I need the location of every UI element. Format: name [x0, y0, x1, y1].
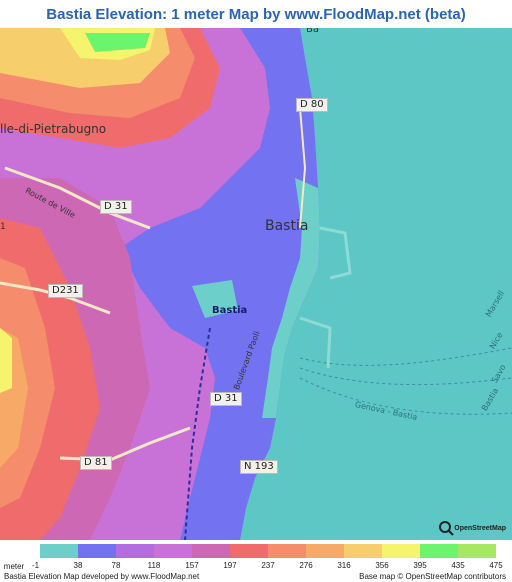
road-label-d31-north: D 31	[100, 200, 132, 214]
district-label: lle-di-Pietrabugno	[0, 122, 107, 136]
footer: Bastia Elevation Map developed by www.Fl…	[0, 571, 512, 582]
legend-swatch	[230, 544, 268, 558]
legend-tick-label: 157	[185, 561, 199, 570]
elevation-legend	[0, 542, 512, 560]
legend-tick-label: -1	[32, 561, 40, 570]
legend-tick-label: 276	[299, 561, 313, 570]
legend-swatch	[116, 544, 154, 558]
legend-swatch	[40, 544, 78, 558]
legend-tick-label: 316	[337, 561, 351, 570]
top-edge-label: Ba	[306, 28, 319, 35]
legend-tick-label: 475	[489, 561, 503, 570]
legend-swatch	[420, 544, 458, 558]
road-label-d80: D 80	[296, 98, 328, 112]
poi-label: Bastia	[212, 305, 248, 316]
osm-badge-text: OpenStreetMap	[454, 524, 506, 532]
legend-swatch	[154, 544, 192, 558]
legend-swatch	[306, 544, 344, 558]
west-hill-yellow	[0, 328, 12, 393]
legend-tick-label: 395	[413, 561, 427, 570]
legend-swatch	[192, 544, 230, 558]
page-title: Bastia Elevation: 1 meter Map by www.Flo…	[46, 5, 466, 23]
road-label-d231: D231	[48, 284, 83, 298]
road-label-n193: N 193	[240, 460, 278, 474]
legend-swatch	[78, 544, 116, 558]
legend-tick-label: 356	[375, 561, 389, 570]
city-label: Bastia	[265, 218, 309, 234]
legend-tick-label: 78	[111, 561, 121, 570]
legend-swatch	[458, 544, 496, 558]
legend-tick-label: 118	[147, 561, 161, 570]
legend-swatch	[382, 544, 420, 558]
legend-tick-label: 197	[223, 561, 237, 570]
left-edge-label: 1	[0, 222, 6, 232]
legend-tick-label: 38	[73, 561, 83, 570]
footer-attribution: Base map © OpenStreetMap contributors	[359, 572, 506, 581]
header: Bastia Elevation: 1 meter Map by www.Flo…	[0, 0, 512, 28]
osm-badge: OpenStreetMap	[438, 520, 506, 536]
legend-swatch	[268, 544, 306, 558]
footer-credit: Bastia Elevation Map developed by www.Fl…	[4, 572, 200, 581]
osm-logo-icon	[439, 521, 454, 536]
road-label-d81: D 81	[80, 456, 112, 470]
legend-swatch	[344, 544, 382, 558]
legend-tick-label: 435	[451, 561, 465, 570]
road-label-d31-south: D 31	[210, 392, 242, 406]
elevation-map[interactable]: Bastia lle-di-Pietrabugno Bastia Ba 1 D …	[0, 28, 512, 540]
legend-tick-label: 237	[261, 561, 275, 570]
